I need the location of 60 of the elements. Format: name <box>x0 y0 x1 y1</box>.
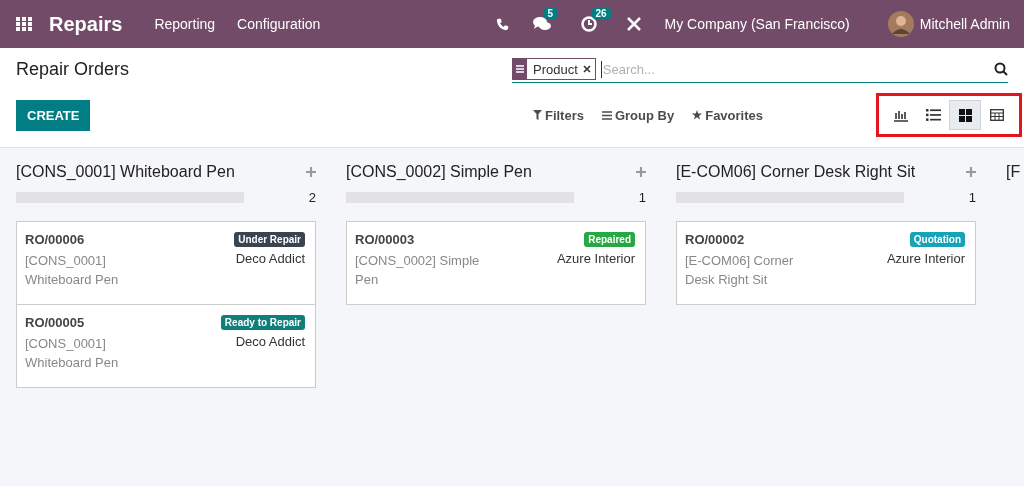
product-name: [E-COM06] Corner Desk Right Sit <box>685 252 795 289</box>
filters-menu[interactable]: Filters <box>532 107 584 123</box>
repair-card[interactable]: RO/00002 Quotation [E-COM06] Corner Desk Right Sit Azure Interior <box>676 221 976 305</box>
kanban-view-button[interactable] <box>949 100 981 130</box>
record-count: 1 <box>968 190 976 205</box>
lines-icon <box>601 110 612 120</box>
search-facet[interactable]: Product <box>512 58 596 80</box>
repair-card[interactable]: RO/00003 Repaired [CONS_0002] Simple Pen Azure Interior <box>346 221 646 305</box>
add-icon[interactable] <box>306 167 316 177</box>
message-count-badge: 5 <box>542 7 559 20</box>
grid-icon <box>958 108 972 122</box>
order-reference: RO/00006 <box>25 232 85 247</box>
product-name: [CONS_0001] Whiteboard Pen <box>25 252 120 289</box>
record-count: 2 <box>308 190 316 205</box>
customer-name: Deco Addict <box>235 251 305 266</box>
search-icon[interactable] <box>994 62 1008 76</box>
status-tag: Quotation <box>909 232 965 247</box>
add-icon[interactable] <box>636 167 646 177</box>
customer-name: Deco Addict <box>235 334 305 349</box>
customer-name: Azure Interior <box>886 251 965 266</box>
menu-item[interactable]: Reporting <box>154 16 216 32</box>
favorites-menu[interactable]: Favorites <box>692 107 763 123</box>
status-tag: Under Repair <box>234 232 305 247</box>
bar-chart-icon <box>893 108 909 122</box>
activity-count-badge: 26 <box>590 7 612 20</box>
create-button[interactable]: CREATE <box>16 99 91 131</box>
menu-item[interactable]: Configuration <box>237 16 321 32</box>
group-by-menu[interactable]: Group By <box>601 107 675 123</box>
clock-icon[interactable] <box>580 16 597 32</box>
order-reference: RO/00005 <box>25 315 85 330</box>
facet-label: Product <box>532 61 579 77</box>
column-title: [F <box>1006 163 1021 181</box>
phone-icon[interactable] <box>495 17 509 31</box>
filter-icon <box>532 110 542 120</box>
status-tag: Ready to Repair <box>220 315 305 330</box>
repair-card[interactable]: RO/00006 Under Repair [CONS_0001] Whiteboard Pen Deco Addict <box>16 221 316 305</box>
search-field[interactable]: Product Search... <box>512 56 1008 83</box>
product-name: [CONS_0001] Whiteboard Pen <box>25 335 120 372</box>
add-icon[interactable] <box>966 167 976 177</box>
column-title: [CONS_0002] Simple Pen <box>346 163 532 181</box>
customer-name: Azure Interior <box>556 251 635 266</box>
table-icon <box>990 109 1004 121</box>
app-grid-icon[interactable] <box>16 16 32 32</box>
company-switcher[interactable]: My Company (San Francisco) <box>664 16 850 32</box>
user-avatar[interactable] <box>887 11 914 37</box>
product-name: [CONS_0002] Simple Pen <box>355 252 481 289</box>
page-title: Repair Orders <box>16 59 131 80</box>
record-count: 1 <box>638 190 646 205</box>
repair-card[interactable]: RO/00005 Ready to Repair [CONS_0001] Whiteboard Pen Deco Addict <box>16 304 316 388</box>
user-menu[interactable]: Mitchell Admin <box>919 16 1010 32</box>
order-reference: RO/00002 <box>685 232 745 247</box>
group-icon <box>513 59 527 79</box>
column-title: [CONS_0001] Whiteboard Pen <box>16 163 235 181</box>
star-icon <box>692 110 703 120</box>
column-title: [E-COM06] Corner Desk Right Sit <box>676 163 916 181</box>
order-reference: RO/00003 <box>355 232 415 247</box>
list-icon <box>925 109 941 121</box>
status-tag: Repaired <box>584 232 635 247</box>
app-name[interactable]: Repairs <box>49 12 123 36</box>
chat-icon[interactable] <box>532 16 551 32</box>
